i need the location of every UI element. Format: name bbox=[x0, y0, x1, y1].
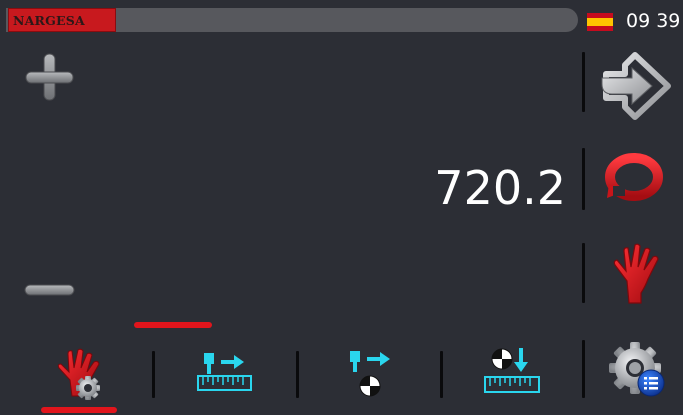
tab-backgauge-move[interactable] bbox=[160, 340, 292, 406]
machine-control-screen: NARGESA 09 39 720.2 bbox=[0, 0, 683, 415]
measurement-value: 720.2 bbox=[434, 161, 566, 215]
settings-gear-icon[interactable] bbox=[607, 340, 667, 400]
rotate-cycle-icon[interactable] bbox=[603, 152, 665, 204]
hand-icon[interactable] bbox=[611, 243, 663, 305]
divider bbox=[582, 340, 585, 398]
brand-logo: NARGESA bbox=[8, 8, 116, 32]
divider bbox=[582, 52, 585, 112]
brand-logo-text: NARGESA bbox=[13, 13, 85, 28]
backgauge-move-icon bbox=[197, 353, 252, 391]
spain-flag-icon[interactable] bbox=[587, 13, 613, 31]
tab-reference-measure[interactable] bbox=[446, 340, 576, 406]
clock: 09 39 bbox=[626, 10, 681, 32]
plus-icon[interactable] bbox=[24, 52, 76, 104]
position-indicator bbox=[134, 322, 212, 328]
divider bbox=[440, 351, 443, 398]
divider bbox=[582, 148, 585, 210]
tab-backgauge-reference[interactable] bbox=[302, 340, 436, 406]
manual-settings-icon bbox=[57, 348, 100, 400]
arrow-right-diamond-icon[interactable] bbox=[598, 52, 672, 120]
active-tab-indicator bbox=[41, 407, 117, 413]
backgauge-reference-icon bbox=[350, 351, 390, 397]
tab-manual-settings[interactable] bbox=[30, 340, 150, 406]
divider bbox=[582, 243, 585, 303]
divider bbox=[296, 351, 299, 398]
minus-icon[interactable] bbox=[24, 283, 76, 297]
reference-measure-icon bbox=[484, 348, 540, 393]
divider bbox=[152, 351, 155, 398]
